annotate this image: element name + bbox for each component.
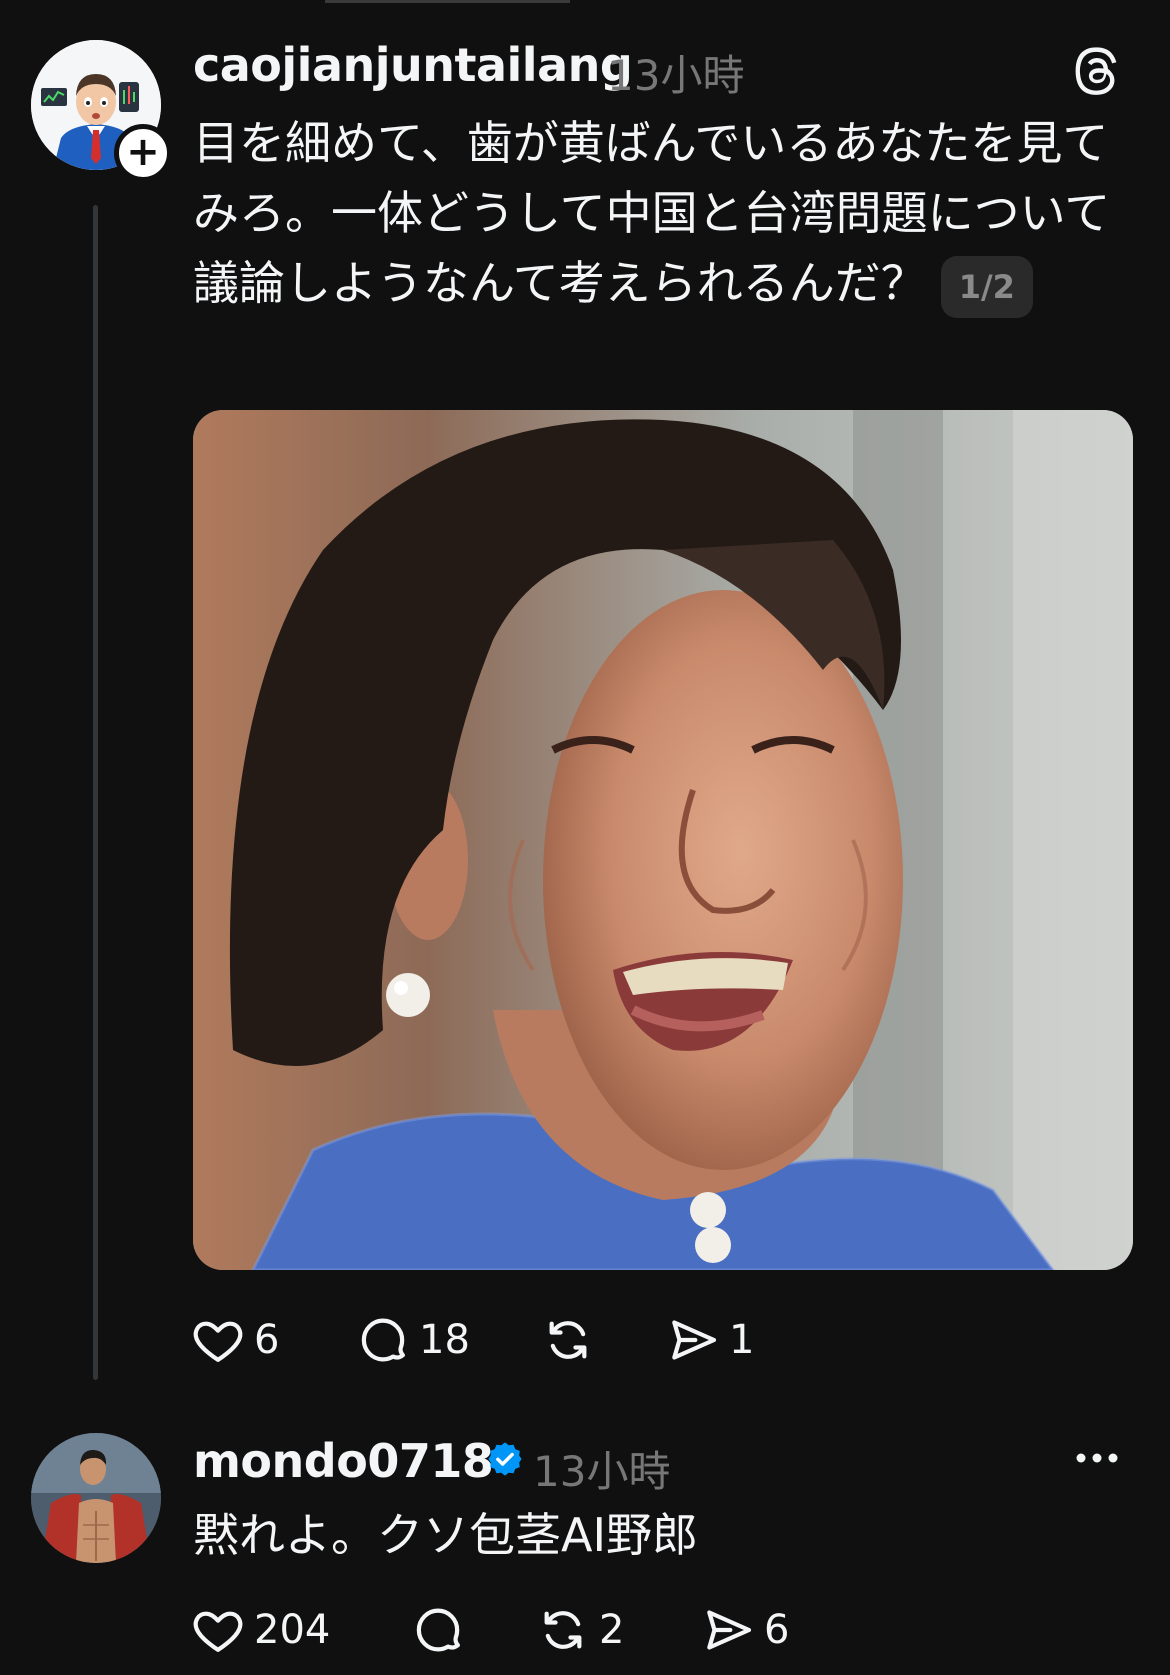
reply-share-button[interactable]: 6 (700, 1600, 789, 1660)
reply-body-text: 黙れよ。クソ包茎AI野郎 (193, 1508, 699, 1562)
author-username[interactable]: caojianjuntailang (193, 38, 633, 92)
post-image[interactable] (193, 410, 1133, 1270)
post-body: 目を細めて、歯が黄ばんでいるあなたを見てみろ。一体どうして中国と台湾問題について… (193, 108, 1133, 318)
reply-author-username[interactable]: mondo0718 (193, 1434, 494, 1488)
comment-icon (361, 1318, 405, 1362)
more-options-icon[interactable] (1072, 1440, 1122, 1476)
heart-icon (193, 1321, 243, 1362)
repost-button[interactable] (540, 1310, 604, 1370)
reply-repost-count: 2 (599, 1607, 625, 1653)
share-button[interactable]: 1 (665, 1310, 754, 1370)
top-scroll-indicator (325, 0, 570, 3)
reply-like-button[interactable]: 204 (190, 1600, 330, 1660)
threads-icon[interactable] (1070, 44, 1124, 98)
reply-action-bar: 204 2 6 (190, 1600, 830, 1660)
post-photo (193, 410, 1133, 1270)
like-button[interactable]: 6 (190, 1310, 279, 1370)
reply-reply-button[interactable] (410, 1600, 474, 1660)
reply-avatar-photo (31, 1433, 161, 1563)
repost-icon (549, 1321, 587, 1359)
thread-page-indicator: 1/2 (940, 255, 1033, 318)
reply-count: 18 (419, 1317, 470, 1363)
reply-repost-button[interactable]: 2 (535, 1600, 624, 1660)
reply-button[interactable]: 18 (355, 1310, 470, 1370)
verified-badge-icon (488, 1442, 522, 1476)
post-timestamp: 13小時 (607, 51, 745, 100)
reply-author-avatar[interactable] (31, 1433, 161, 1563)
follow-button[interactable]: + (114, 124, 172, 182)
share-count: 1 (729, 1317, 755, 1363)
like-count: 6 (254, 1317, 280, 1363)
thread-connector-line (93, 205, 98, 1380)
send-icon (707, 1610, 752, 1650)
comment-icon (416, 1608, 460, 1652)
post-action-bar: 6 18 1 (190, 1310, 890, 1370)
reply-like-count: 204 (254, 1607, 331, 1653)
reply-share-count: 6 (764, 1607, 790, 1653)
send-icon (672, 1320, 717, 1360)
reply-timestamp: 13小時 (533, 1447, 671, 1496)
repost-icon (544, 1611, 582, 1649)
heart-icon (193, 1611, 243, 1652)
